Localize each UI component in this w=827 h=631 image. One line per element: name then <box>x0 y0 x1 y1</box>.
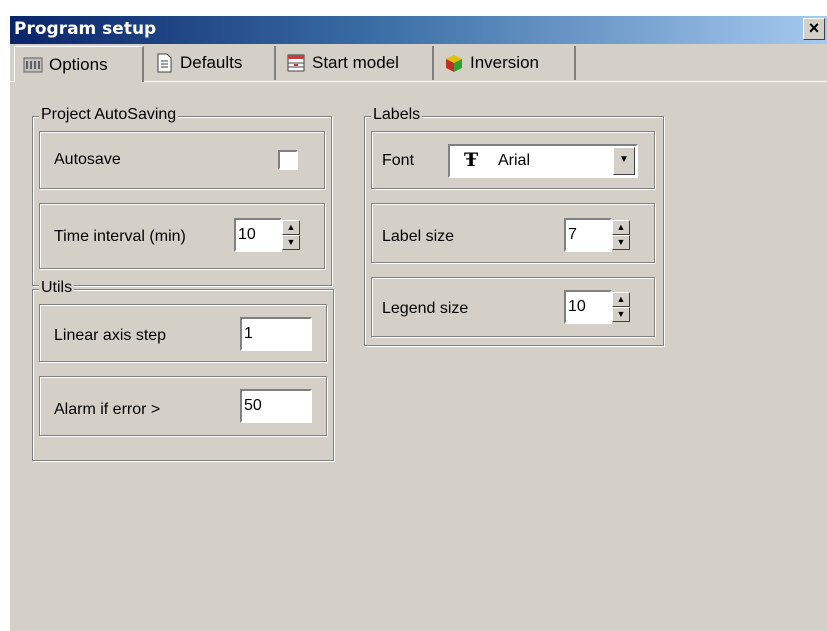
tab-options-label: Options <box>49 54 108 74</box>
label-size-value: 7 <box>568 226 577 243</box>
time-interval-spinner[interactable]: ▲ ▼ <box>282 220 300 250</box>
label-size-label: Label size <box>382 228 455 245</box>
options-icon <box>23 57 43 72</box>
font-label: Font <box>382 152 415 169</box>
alarm-label: Alarm if error > <box>54 401 161 418</box>
project-autosaving-title: Project AutoSaving <box>39 106 179 124</box>
tab-start-model[interactable]: Start model <box>278 46 434 80</box>
label-size-spinner[interactable]: ▲ ▼ <box>612 220 630 250</box>
spin-down-icon[interactable]: ▼ <box>282 235 300 250</box>
font-select[interactable]: Ŧ Arial ▼ <box>448 144 638 178</box>
project-autosaving-group: Project AutoSaving Autosave Time interva… <box>32 106 332 286</box>
label-size-input[interactable]: 7 <box>564 218 612 252</box>
window-title: Program setup <box>14 19 157 39</box>
time-interval-label: Time interval (min) <box>54 228 186 245</box>
tab-defaults-label: Defaults <box>180 53 243 72</box>
legend-size-row: Legend size 10 ▲ ▼ <box>371 277 655 337</box>
labels-group: Labels Font Ŧ Arial ▼ Label size 7 ▲ ▼ L… <box>364 106 664 346</box>
truetype-font-icon: Ŧ <box>464 149 479 171</box>
title-bar: Program setup × <box>10 16 827 44</box>
close-button[interactable]: × <box>803 18 825 40</box>
linear-axis-step-input[interactable]: 1 <box>240 317 312 351</box>
cube-icon <box>446 55 462 72</box>
spin-up-icon[interactable]: ▲ <box>612 292 630 307</box>
model-icon <box>287 54 305 72</box>
program-setup-window: Program setup × Options Defaults Start m… <box>10 16 827 631</box>
tab-inversion-label: Inversion <box>470 53 539 72</box>
font-row: Font Ŧ Arial ▼ <box>371 131 655 189</box>
linear-axis-step-row: Linear axis step 1 <box>39 304 327 362</box>
autosave-checkbox[interactable] <box>278 150 298 170</box>
chevron-down-icon[interactable]: ▼ <box>613 147 635 175</box>
legend-size-label: Legend size <box>382 300 469 317</box>
spin-up-icon[interactable]: ▲ <box>612 220 630 235</box>
spin-down-icon[interactable]: ▼ <box>612 235 630 250</box>
utils-title: Utils <box>39 279 75 297</box>
time-interval-value: 10 <box>238 226 256 243</box>
close-icon: × <box>808 18 820 38</box>
linear-axis-step-value: 1 <box>244 325 253 342</box>
alarm-input[interactable]: 50 <box>240 389 312 423</box>
tab-defaults[interactable]: Defaults <box>146 46 276 80</box>
tab-strip: Options Defaults Start model Inversion <box>10 46 827 82</box>
utils-group: Utils Linear axis step 1 Alarm if error … <box>32 279 334 461</box>
spin-up-icon[interactable]: ▲ <box>282 220 300 235</box>
tab-inversion[interactable]: Inversion <box>436 46 576 80</box>
alarm-value: 50 <box>244 397 262 414</box>
font-value: Arial <box>498 152 531 169</box>
tab-start-model-label: Start model <box>312 53 399 72</box>
labels-title: Labels <box>371 106 423 124</box>
label-size-row: Label size 7 ▲ ▼ <box>371 203 655 263</box>
alarm-row: Alarm if error > 50 <box>39 376 327 436</box>
legend-size-value: 10 <box>568 298 586 315</box>
time-interval-row: Time interval (min) 10 ▲ ▼ <box>39 203 325 269</box>
spin-down-icon[interactable]: ▼ <box>612 307 630 322</box>
document-icon <box>157 53 172 73</box>
autosave-label: Autosave <box>54 151 121 168</box>
time-interval-input[interactable]: 10 <box>234 218 282 252</box>
legend-size-input[interactable]: 10 <box>564 290 612 324</box>
legend-size-spinner[interactable]: ▲ ▼ <box>612 292 630 322</box>
linear-axis-step-label: Linear axis step <box>54 327 167 344</box>
autosave-row: Autosave <box>39 131 325 189</box>
tab-options[interactable]: Options <box>14 46 144 82</box>
